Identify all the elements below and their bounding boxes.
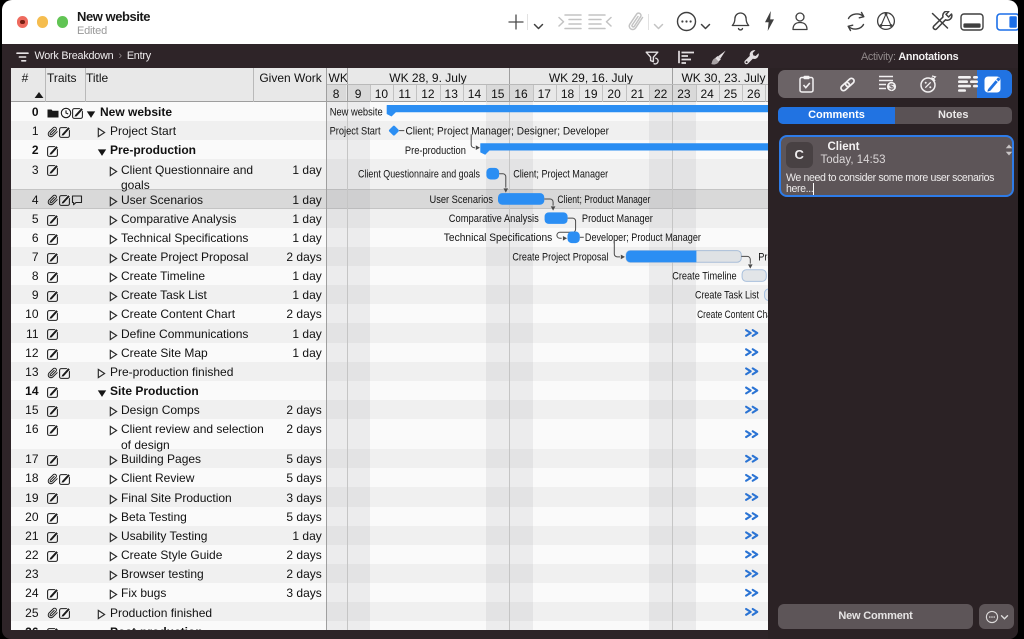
svg-text:Pre-production: Pre-production: [404, 145, 465, 157]
svg-text:Create Timeline: Create Timeline: [672, 270, 736, 282]
svg-text:Product Manager: Product Manager: [758, 251, 768, 263]
svg-text:Create Task List: Create Task List: [695, 290, 759, 302]
svg-text:Developer; Product Manager: Developer; Product Manager: [584, 232, 700, 244]
svg-text:Comparative Analysis: Comparative Analysis: [448, 213, 538, 225]
svg-text:Client Questionnaire and goals: Client Questionnaire and goals: [358, 169, 480, 181]
svg-text:Client; Product Manager: Client; Product Manager: [557, 194, 650, 206]
svg-text:Project Start: Project Start: [329, 126, 380, 138]
svg-text:New website: New website: [329, 106, 382, 118]
svg-text:Client; Project Manager; Desig: Client; Project Manager; Designer; Devel…: [405, 126, 609, 138]
svg-text:User Scenarios: User Scenarios: [429, 194, 493, 206]
svg-text:$: $: [889, 82, 894, 92]
svg-text:Technical Specifications: Technical Specifications: [443, 232, 552, 244]
svg-text:Create Project Proposal: Create Project Proposal: [512, 251, 608, 263]
svg-text:Client; Project Manager: Client; Project Manager: [513, 169, 608, 181]
svg-text:Product Manager: Product Manager: [581, 213, 652, 225]
svg-text:Create Content Chart: Create Content Chart: [697, 309, 768, 321]
